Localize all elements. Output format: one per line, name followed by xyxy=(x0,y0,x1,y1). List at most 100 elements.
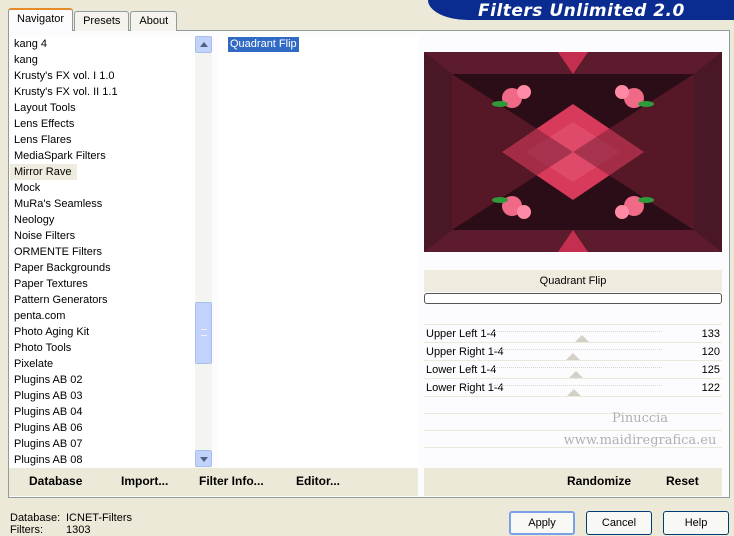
list-item[interactable]: Photo Aging Kit xyxy=(10,324,195,340)
list-item-label: kang 4 xyxy=(14,38,48,50)
preview-right-bevel xyxy=(694,52,722,252)
slider-value: 120 xyxy=(701,346,720,358)
list-item[interactable]: Mock xyxy=(10,180,195,196)
slider-value: 133 xyxy=(701,328,720,340)
tab-presets[interactable]: Presets xyxy=(74,11,130,31)
list-item-label: Pixelate xyxy=(14,358,54,370)
list-item[interactable]: ORMENTE Filters xyxy=(10,244,195,260)
filter-name-label: Quadrant Flip xyxy=(424,270,722,292)
arrow-up-icon xyxy=(200,42,208,47)
list-item-label: Lens Effects xyxy=(14,118,75,130)
list-item-label: Plugins AB 02 xyxy=(14,374,83,386)
slider-track[interactable] xyxy=(494,385,662,386)
list-item-label: MediaSpark Filters xyxy=(14,150,106,162)
filter-list[interactable]: Quadrant Flip xyxy=(218,36,418,468)
filter-preview xyxy=(424,52,722,252)
database-label: Database: xyxy=(10,512,61,524)
filters-count-value: 1303 xyxy=(66,524,91,536)
filters-count-label: Filters: xyxy=(10,524,43,536)
list-item[interactable]: Plugins AB 06 xyxy=(10,420,195,436)
slider-value: 125 xyxy=(701,364,720,376)
watermark: Pinuccia www.maidiregrafica.eu xyxy=(560,408,720,452)
help-button[interactable]: Help xyxy=(663,511,729,535)
database-button[interactable]: Database xyxy=(29,474,82,488)
randomize-button[interactable]: Randomize xyxy=(567,474,631,488)
list-item-label: Mock xyxy=(14,182,41,194)
list-item[interactable]: MuRa's Seamless xyxy=(10,196,195,212)
slider-label: Upper Left 1-4 xyxy=(426,328,497,340)
list-item[interactable]: penta.com xyxy=(10,308,195,324)
list-item[interactable]: Lens Effects xyxy=(10,116,195,132)
scroll-down-button[interactable] xyxy=(195,450,212,467)
filter-item-quadrant-flip[interactable]: Quadrant Flip xyxy=(228,37,299,52)
list-item[interactable]: Photo Tools xyxy=(10,340,195,356)
database-value: ICNET-Filters xyxy=(66,512,132,524)
slider-row: Lower Left 1-4 125 xyxy=(424,360,722,379)
list-item-label: Pattern Generators xyxy=(14,294,108,306)
list-item-label: Plugins AB 07 xyxy=(14,438,83,450)
list-item[interactable]: Pattern Generators xyxy=(10,292,195,308)
title-banner: Filters Unlimited 2.0 xyxy=(428,0,734,21)
slider-label: Lower Right 1-4 xyxy=(426,382,504,394)
list-item-label: Layout Tools xyxy=(14,102,76,114)
slider-track[interactable] xyxy=(494,349,662,350)
slider-panel: Upper Left 1-4 133 Upper Right 1-4 120 Lower… xyxy=(424,324,722,397)
slider-value: 122 xyxy=(701,382,720,394)
progress-bar xyxy=(424,293,722,304)
slider-row: Lower Right 1-4 122 xyxy=(424,378,722,397)
tab-about[interactable]: About xyxy=(130,11,178,31)
reset-button[interactable]: Reset xyxy=(666,474,699,488)
category-list[interactable]: kang 4 kang Krusty's FX vol. I 1.0 Krusty's… xyxy=(10,36,195,468)
watermark-url: www.maidiregrafica.eu xyxy=(563,433,717,448)
slider-track[interactable] xyxy=(494,367,662,368)
list-item[interactable]: Plugins AB 04 xyxy=(10,404,195,420)
list-item[interactable]: Paper Textures xyxy=(10,276,195,292)
list-item[interactable]: Krusty's FX vol. I 1.0 xyxy=(10,68,195,84)
list-item-label: MuRa's Seamless xyxy=(14,198,103,210)
scroll-up-button[interactable] xyxy=(195,36,212,53)
list-item-label: Krusty's FX vol. I 1.0 xyxy=(14,70,115,82)
editor-button[interactable]: Editor... xyxy=(296,474,340,488)
list-item-label: Lens Flares xyxy=(14,134,72,146)
list-item[interactable]: kang 4 xyxy=(10,36,195,52)
watermark-name: Pinuccia xyxy=(611,411,669,426)
list-item[interactable]: Krusty's FX vol. II 1.1 xyxy=(10,84,195,100)
list-item[interactable]: Layout Tools xyxy=(10,100,195,116)
list-item[interactable]: MediaSpark Filters xyxy=(10,148,195,164)
list-item[interactable]: kang xyxy=(10,52,195,68)
list-item-label: Noise Filters xyxy=(14,230,76,242)
list-item[interactable]: Mirror Rave xyxy=(10,164,195,180)
tab-bar: Navigator Presets About xyxy=(8,8,178,31)
list-item[interactable]: Plugins AB 03 xyxy=(10,388,195,404)
slider-row: Upper Left 1-4 133 xyxy=(424,324,722,343)
left-button-strip: Database Import... Filter Info... Editor… xyxy=(9,468,418,496)
slider-label: Lower Left 1-4 xyxy=(426,364,497,376)
list-item[interactable]: Plugins AB 07 xyxy=(10,436,195,452)
category-scrollbar[interactable] xyxy=(195,36,212,468)
list-item-label: ORMENTE Filters xyxy=(14,246,102,258)
list-item-label: penta.com xyxy=(14,310,66,322)
slider-row: Upper Right 1-4 120 xyxy=(424,342,722,361)
list-item[interactable]: Neology xyxy=(10,212,195,228)
cancel-button[interactable]: Cancel xyxy=(586,511,652,535)
list-item[interactable]: Plugins AB 02 xyxy=(10,372,195,388)
arrow-down-icon xyxy=(200,457,208,462)
list-item-label: Paper Textures xyxy=(14,278,88,290)
apply-button[interactable]: Apply xyxy=(509,511,575,535)
list-item-label: Paper Backgrounds xyxy=(14,262,111,274)
list-item[interactable]: Plugins AB 08 xyxy=(10,452,195,468)
import-button[interactable]: Import... xyxy=(121,474,168,488)
list-item-label: Photo Tools xyxy=(14,342,72,354)
right-button-strip: Randomize Reset xyxy=(424,468,722,496)
scroll-thumb[interactable] xyxy=(195,302,212,364)
list-item[interactable]: Lens Flares xyxy=(10,132,195,148)
list-item[interactable]: Pixelate xyxy=(10,356,195,372)
grip-icon xyxy=(201,329,207,336)
preview-left-bevel xyxy=(424,52,452,252)
list-item-label: Neology xyxy=(14,214,55,226)
filter-info-button[interactable]: Filter Info... xyxy=(199,474,264,488)
list-item[interactable]: Paper Backgrounds xyxy=(10,260,195,276)
tab-navigator[interactable]: Navigator xyxy=(8,8,74,31)
slider-track[interactable] xyxy=(494,331,662,332)
list-item[interactable]: Noise Filters xyxy=(10,228,195,244)
